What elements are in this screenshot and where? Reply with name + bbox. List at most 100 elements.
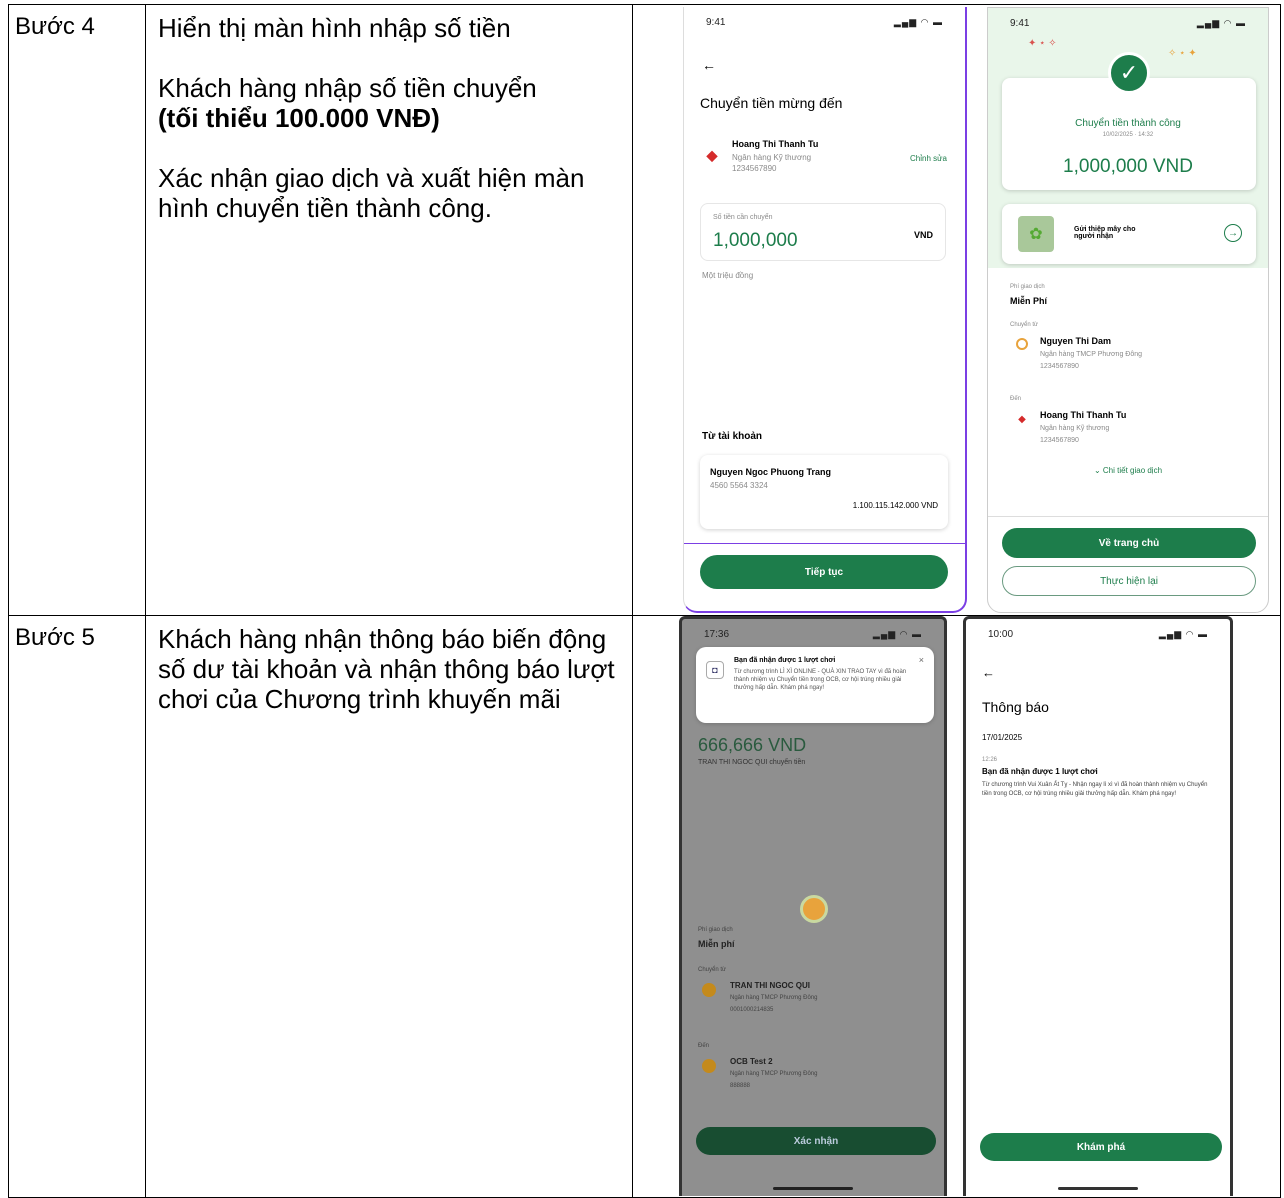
amount-label: Số tiền cần chuyển [713, 214, 773, 221]
send-card-label: Gửi thiệp mây cho người nhận [1074, 226, 1136, 240]
success-amount: 1,000,000 VND [1063, 156, 1193, 177]
status-time: 9:41 [706, 17, 726, 28]
from-account-heading: Từ tài khoản [702, 431, 763, 442]
sender-account: 1234567890 [1040, 363, 1079, 370]
confirm-button[interactable]: Xác nhận [696, 1127, 936, 1155]
desc-line-1: Hiển thị màn hình nhập số tiền [158, 13, 511, 43]
status-time: 10:00 [988, 629, 1014, 640]
desc-line-1: Khách hàng nhận thông báo biến động số d… [158, 624, 615, 714]
greeting-card-icon: ✿ [1018, 216, 1054, 252]
signal-battery-icon: ▂▄▆ ◠ ▬ [872, 629, 922, 639]
from-label: Chuyển từ [1010, 322, 1039, 328]
sender-bank: Ngân hàng TMCP Phương Đông [730, 995, 818, 1001]
from-label: Chuyển từ [698, 967, 727, 973]
screen-notification-inbox: 10:00 ▂▄▆ ◠ ▬ ← Thông báo 17/01/2025 12:2… [963, 616, 1233, 1196]
continue-button[interactable]: Tiếp tục [700, 555, 948, 589]
details-link[interactable]: ⌄ Chi tiết giao dịch [988, 466, 1268, 475]
row-step-4: Bước 4 Hiển thị màn hình nhập số tiền Kh… [8, 4, 1281, 616]
step-label: Bước 5 [8, 615, 146, 1198]
desc-line-3: Xác nhận giao dịch và xuất hiện màn hình… [158, 163, 585, 223]
divider [988, 516, 1268, 517]
fee-label: Phí giao dịch [1010, 284, 1045, 290]
status-time: 17:36 [704, 629, 730, 640]
screen-balance-notification: 17:36 ▂▄▆ ◠ ▬ ◘ Bạn đã nhận được 1 lượt c… [679, 616, 947, 1196]
sender-account: 0001000214835 [730, 1007, 774, 1013]
recipient-account: 888888 [730, 1083, 751, 1089]
sender-bank-icon [1016, 338, 1028, 350]
recipient-name: Hoang Thi Thanh Tu [1040, 410, 1127, 420]
fee-value: Miễn Phí [1010, 296, 1048, 306]
recipient-name: Hoang Thi Thanh Tu [732, 139, 819, 149]
recipient-bank-icon: ◆ [1018, 413, 1026, 425]
success-title: Chuyển tiền thành công [1075, 118, 1181, 129]
home-indicator [1058, 1187, 1138, 1190]
sender-name: TRAN THI NGOC QUI [730, 981, 810, 990]
push-notification[interactable]: ◘ Bạn đã nhận được 1 lượt chơi Từ chương… [696, 647, 934, 723]
recipient-bank: Ngân hàng Kỹ thương [732, 153, 812, 162]
fee-value: Miễn phí [698, 939, 735, 949]
screen-transfer-success: ✦ ⋆ ✧ ✧ ⋆ ✦ 9:41 ▂▄▆ ◠ ▬ ✓ Chuyển tiền th… [987, 7, 1269, 613]
amount-value: 1,000,000 [713, 230, 798, 251]
chevron-down-icon: ⌄ [1093, 466, 1103, 475]
source-account: 4560 5564 3324 [710, 481, 768, 490]
screenshots-cell: 17:36 ▂▄▆ ◠ ▬ ◘ Bạn đã nhận được 1 lượt c… [632, 615, 1281, 1198]
sender-name: Nguyen Thi Dam [1040, 336, 1112, 346]
home-button[interactable]: Về trang chủ [1002, 528, 1256, 558]
received-amount: 666,666 VND [698, 735, 807, 755]
success-datetime: 10/02/2025 · 14:32 [1102, 132, 1154, 138]
recipient-bank: Ngân hàng Kỹ thương [1040, 425, 1110, 432]
notif-body: Từ chương trình LÌ XÌ ONLINE - QUÀ XIN T… [734, 669, 907, 691]
bank-logo-icon: ◆ [706, 146, 718, 163]
steps-table: Bước 4 Hiển thị màn hình nhập số tiền Kh… [8, 4, 1281, 1198]
desc-line-2: Khách hàng nhập số tiền chuyển (tối thiểu… [158, 73, 537, 133]
app-logo-icon: ◘ [706, 661, 724, 679]
signal-battery-icon: ▂▄▆ ◠ ▬ [1158, 629, 1208, 639]
signal-battery-icon: ▂▄▆ ◠ ▬ [893, 17, 943, 27]
min-amount-note: (tối thiểu 100.000 VNĐ) [158, 103, 440, 133]
item-title[interactable]: Bạn đã nhận được 1 lượt chơi [982, 767, 1098, 776]
step-description: Hiển thị màn hình nhập số tiền Khách hàn… [145, 4, 633, 616]
notif-title: Bạn đã nhận được 1 lượt chơi [734, 657, 836, 664]
source-balance: 1.100.115.142.000 VND [852, 501, 938, 510]
sender-bank-icon [702, 983, 716, 997]
item-body: Từ chương trình Vui Xuân Ất Tỵ - Nhận ng… [982, 782, 1208, 797]
fee-label: Phí giao dịch [698, 927, 733, 933]
close-icon[interactable]: × [919, 655, 924, 665]
page-title: Chuyển tiền mừng đến [700, 95, 843, 111]
divider [684, 543, 965, 544]
arrow-right-icon[interactable]: → [1224, 224, 1242, 242]
edit-link[interactable]: Chỉnh sửa [910, 154, 947, 163]
recipient-account: 1234567890 [1040, 437, 1079, 444]
recipient-bank: Ngân hàng TMCP Phương Đông [730, 1071, 818, 1077]
check-circle-icon: ✓ [1108, 52, 1150, 94]
send-card-banner[interactable]: ✿ Gửi thiệp mây cho người nhận → [1002, 204, 1256, 264]
row-step-5: Bước 5 Khách hàng nhận thông báo biến độ… [8, 615, 1281, 1198]
to-label: Đến [1010, 396, 1022, 402]
back-arrow-icon[interactable]: ← [702, 57, 716, 73]
step-label: Bước 4 [8, 4, 146, 616]
screenshots-cell: 9:41 ▂▄▆ ◠ ▬ ← Chuyển tiền mừng đến ◆ Hoa… [632, 4, 1281, 616]
back-arrow-icon[interactable]: ← [982, 665, 995, 680]
source-name: Nguyen Ngoc Phuong Trang [710, 467, 831, 477]
redo-button[interactable]: Thực hiện lại [1002, 566, 1256, 596]
date-header: 17/01/2025 [982, 733, 1023, 742]
source-account-card[interactable]: Nguyen Ngoc Phuong Trang 4560 5564 3324 … [700, 455, 948, 529]
page-title: Thông báo [982, 699, 1049, 715]
recipient-bank-icon [702, 1059, 716, 1073]
recipient-account: 1234567890 [732, 164, 777, 173]
confetti-decoration-right: ✧ ⋆ ✦ [1168, 48, 1197, 59]
home-indicator [773, 1187, 853, 1190]
screen-amount-input: 9:41 ▂▄▆ ◠ ▬ ← Chuyển tiền mừng đến ◆ Hoa… [683, 7, 967, 613]
recipient-name: OCB Test 2 [730, 1057, 773, 1066]
sender-line: TRAN THI NGOC QUI chuyển tiền [698, 759, 806, 766]
step-description: Khách hàng nhận thông báo biến động số d… [145, 615, 633, 1198]
currency-label: VND [913, 230, 933, 240]
item-time: 12:26 [982, 757, 998, 763]
signal-battery-icon: ▂▄▆ ◠ ▬ [1196, 18, 1246, 28]
explore-button[interactable]: Khám phá [980, 1133, 1222, 1161]
amount-field[interactable]: Số tiền cần chuyển 1,000,000 VND [700, 203, 946, 261]
sender-bank: Ngân hàng TMCP Phương Đông [1040, 351, 1143, 358]
loading-spinner-icon [800, 895, 828, 923]
amount-in-words: Một triệu đồng [702, 271, 754, 280]
confetti-decoration: ✦ ⋆ ✧ [1028, 38, 1057, 49]
